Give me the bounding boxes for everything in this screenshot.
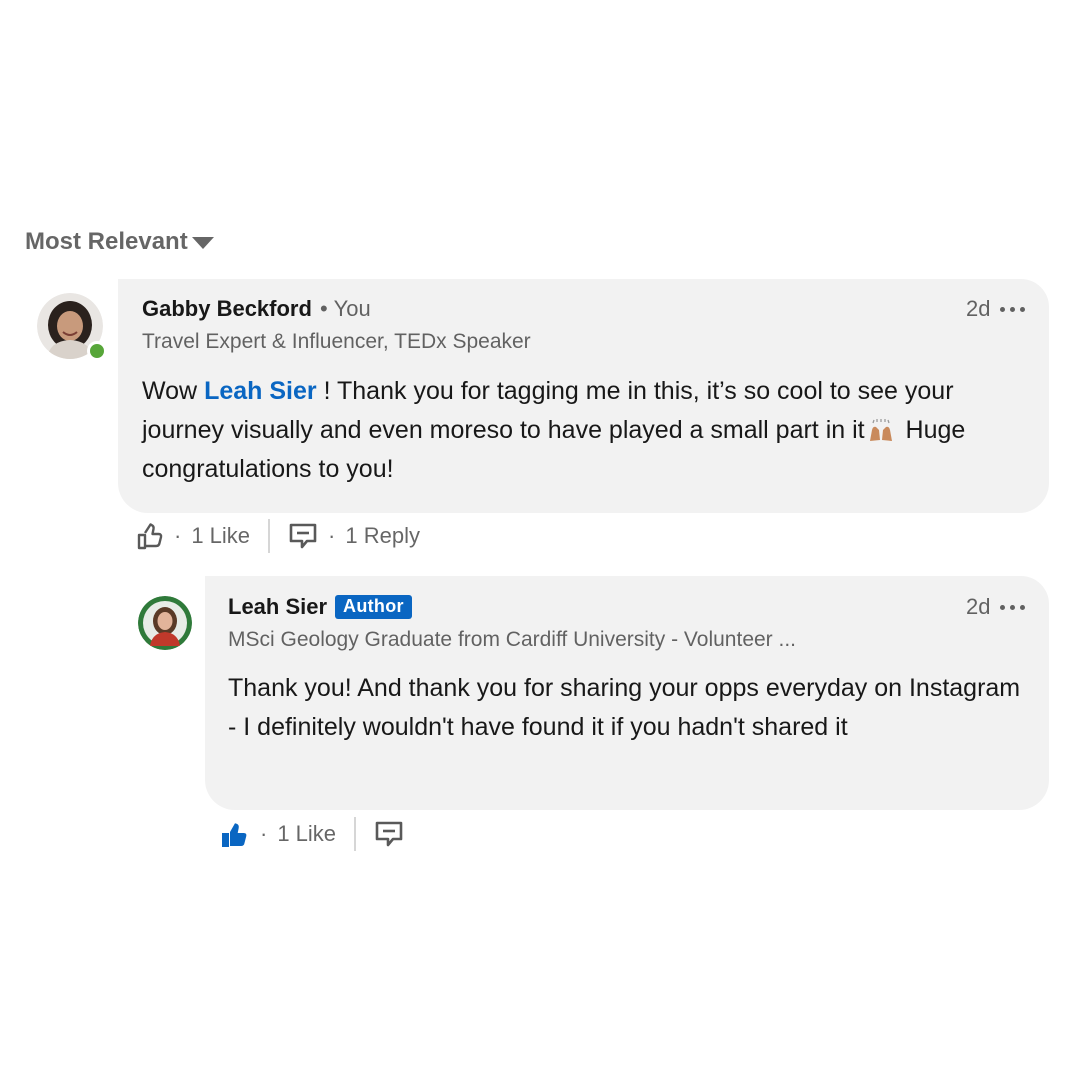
comment-author-name[interactable]: Gabby Beckford: [142, 296, 312, 322]
like-button[interactable]: [220, 818, 250, 850]
comment-timestamp: 2d: [966, 296, 991, 321]
reply-count[interactable]: 1 Reply: [345, 523, 420, 549]
avatar-photo: [138, 596, 192, 650]
thumbs-up-filled-icon: [222, 823, 247, 847]
action-divider: [268, 519, 271, 553]
reply-text: Thank you! And thank you for sharing you…: [228, 674, 1021, 741]
comment-author-row: Gabby Beckford • You: [142, 296, 371, 322]
separator-dot: ·: [328, 523, 336, 548]
separator-dot: •: [319, 296, 328, 321]
more-options-icon[interactable]: [1000, 306, 1026, 312]
comment-meta: 2d: [966, 296, 1026, 322]
reply-author-name[interactable]: Leah Sier: [228, 594, 327, 620]
mention-link[interactable]: Leah Sier: [204, 377, 317, 405]
like-count[interactable]: 1 Like: [191, 523, 250, 549]
author-badge: Author: [335, 595, 412, 619]
relation-label: You: [333, 296, 371, 321]
caret-down-icon: [191, 237, 214, 249]
reply-author-row: Leah Sier Author: [228, 594, 412, 620]
reply-author-headline: MSci Geology Graduate from Cardiff Unive…: [228, 628, 797, 651]
avatar[interactable]: [37, 293, 107, 361]
separator-dot: ·: [174, 523, 182, 548]
reply-comment-icon: [375, 821, 403, 847]
like-button[interactable]: [136, 521, 164, 551]
comment-text-start: Wow: [142, 377, 205, 405]
sort-dropdown[interactable]: Most Relevant: [25, 228, 214, 256]
reply-button[interactable]: [374, 820, 404, 848]
like-count[interactable]: 1 Like: [277, 821, 336, 847]
separator-dot: ·: [260, 821, 268, 846]
reply-actions: · 1 Like: [220, 817, 404, 851]
reply-timestamp: 2d: [966, 594, 991, 619]
reply-button[interactable]: [288, 522, 318, 550]
reply-comment-icon: [289, 523, 317, 549]
raising-hands-emoji-icon: [869, 419, 892, 441]
avatar[interactable]: [138, 596, 192, 650]
comment-actions: · 1 Like · 1 Reply: [136, 519, 420, 553]
online-status-dot: [87, 341, 107, 361]
sort-label: Most Relevant: [25, 228, 188, 255]
comment-text: Wow Leah Sier ! Thank you for tagging me…: [142, 372, 1027, 489]
more-options-icon[interactable]: [1000, 604, 1026, 610]
thumbs-up-outline-icon: [137, 523, 163, 550]
comment-author-headline: Travel Expert & Influencer, TEDx Speaker: [142, 330, 531, 353]
action-divider: [354, 817, 357, 851]
reply-meta: 2d: [966, 594, 1026, 620]
